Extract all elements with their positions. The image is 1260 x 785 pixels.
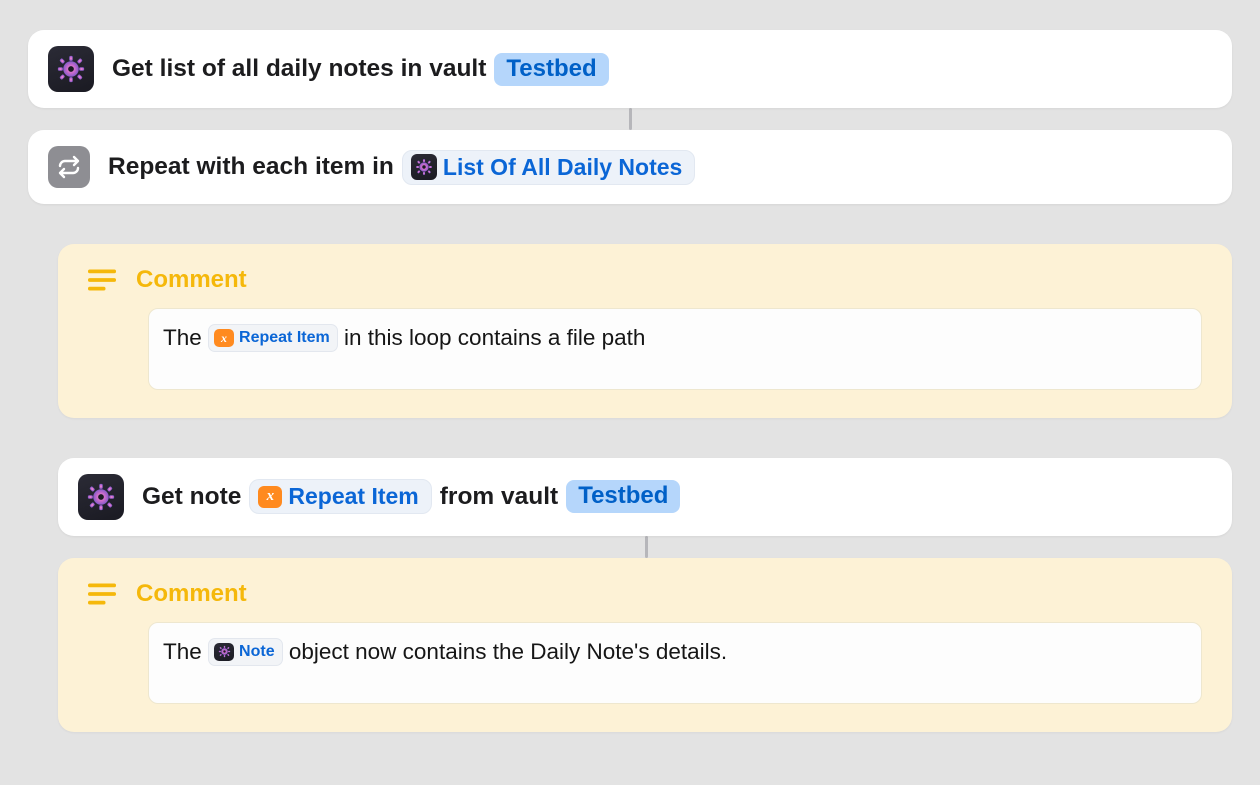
comment-text: The [163, 639, 208, 664]
comment-text: The [163, 325, 208, 350]
variable-label: Repeat Item [288, 483, 418, 510]
app-gear-icon [214, 643, 234, 661]
variable-token[interactable]: List Of All Daily Notes [402, 150, 695, 185]
variable-token[interactable]: Note [208, 638, 283, 666]
action-repeat[interactable]: Repeat with each item in List Of All Dai… [28, 130, 1232, 204]
action-title: Repeat with each item in List Of All Dai… [108, 150, 695, 185]
action-get-daily-notes[interactable]: Get list of all daily notes in vault Tes… [28, 30, 1232, 108]
action-text: Get list of all daily notes in vault [112, 55, 486, 83]
vault-token[interactable]: Testbed [566, 480, 680, 513]
flow-connector [645, 536, 648, 558]
comment-text-field[interactable]: The Note object now contains the Daily N… [148, 622, 1202, 704]
comment-text: object now contains the Daily Note's det… [283, 639, 728, 664]
action-text: Repeat with each item in [108, 153, 394, 181]
variable-x-icon: x [258, 486, 282, 508]
action-text: Get note [142, 483, 241, 511]
variable-token[interactable]: x Repeat Item [208, 324, 338, 352]
flow-connector [629, 108, 632, 130]
comment-icon [88, 268, 116, 292]
comment-title: Comment [136, 580, 247, 608]
comment-text: in this loop contains a file path [338, 325, 646, 350]
action-get-note[interactable]: Get note x Repeat Item from vault Testbe… [58, 458, 1232, 536]
app-gear-icon [411, 154, 437, 180]
variable-label: List Of All Daily Notes [443, 154, 682, 181]
action-text: from vault [440, 483, 558, 511]
vault-token[interactable]: Testbed [494, 53, 608, 86]
variable-label: Note [239, 640, 275, 664]
repeat-icon [48, 146, 90, 188]
comment-icon [88, 582, 116, 606]
variable-label: Repeat Item [239, 326, 330, 350]
app-gear-icon [48, 46, 94, 92]
comment-title: Comment [136, 266, 247, 294]
variable-x-icon: x [214, 329, 234, 347]
action-title: Get list of all daily notes in vault Tes… [112, 53, 609, 86]
comment-text-field[interactable]: The x Repeat Item in this loop contains … [148, 308, 1202, 390]
comment-block[interactable]: Comment The Note object now contains the… [58, 558, 1232, 732]
comment-block[interactable]: Comment The x Repeat Item in this loop c… [58, 244, 1232, 418]
app-gear-icon [78, 474, 124, 520]
variable-token[interactable]: x Repeat Item [249, 479, 431, 514]
action-title: Get note x Repeat Item from vault Testbe… [142, 479, 680, 514]
